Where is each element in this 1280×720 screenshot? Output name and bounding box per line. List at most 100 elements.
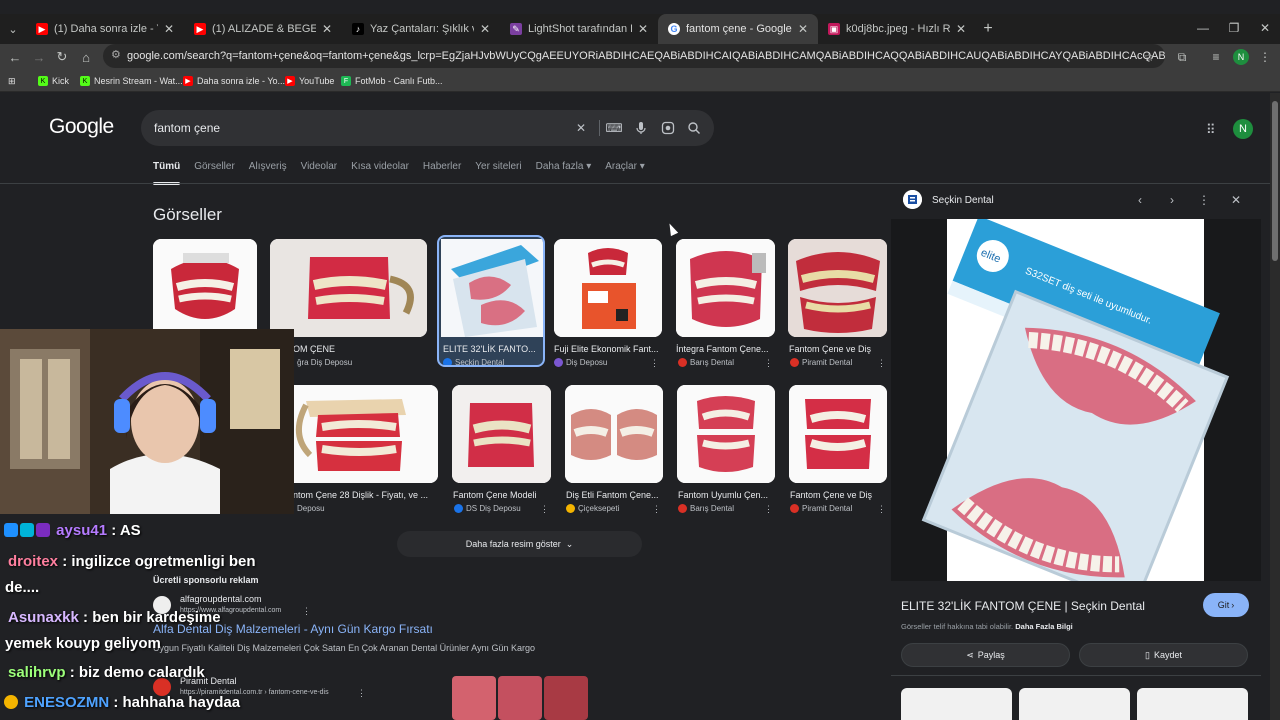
- minimize-button[interactable]: —: [1188, 14, 1218, 42]
- window-close-button[interactable]: ✕: [1250, 14, 1280, 42]
- tab-tiktok[interactable]: ♪ Yaz Çantaları: Şıklık ve Kullanışlı...…: [342, 14, 500, 44]
- camera-lens-icon[interactable]: [659, 119, 677, 137]
- image-title[interactable]: Diş Etli Fantom Çene...: [566, 490, 664, 500]
- more-options-icon[interactable]: ⋮: [877, 504, 886, 515]
- more-options-icon[interactable]: ⋮: [540, 504, 549, 515]
- search-icon[interactable]: [685, 119, 703, 137]
- close-icon[interactable]: ✕: [480, 22, 490, 36]
- more-options-icon[interactable]: ⋮: [302, 606, 311, 617]
- nav-all[interactable]: Tümü: [153, 161, 181, 185]
- bookmark-star-icon[interactable]: ☆: [1138, 46, 1160, 68]
- image-title[interactable]: Fuji Elite Ekonomik Fant...: [554, 344, 662, 354]
- new-tab-button[interactable]: +: [976, 14, 1000, 44]
- maximize-button[interactable]: ❐: [1219, 14, 1249, 42]
- chevron-left-icon[interactable]: ‹: [1131, 191, 1149, 209]
- more-options-icon[interactable]: ⋮: [877, 358, 886, 369]
- image-title[interactable]: İntegra Fantom Çene...: [676, 344, 775, 354]
- image-result-thumb[interactable]: [788, 239, 887, 337]
- home-button[interactable]: ⌂: [74, 44, 98, 70]
- image-result-thumb[interactable]: [677, 385, 775, 483]
- bookmark-youtube[interactable]: ▶ YouTube: [285, 73, 334, 89]
- save-button[interactable]: ▯ Kaydet: [1079, 643, 1248, 667]
- preview-image[interactable]: elite S32SET diş seti ile uyumludur.: [891, 215, 1261, 608]
- address-bar[interactable]: ⚙ google.com/search?q=fantom+çene&oq=fan…: [103, 44, 1165, 68]
- share-button[interactable]: ⋖ Paylaş: [901, 643, 1070, 667]
- extensions-icon[interactable]: ⧉: [1171, 46, 1193, 68]
- close-icon[interactable]: ✕: [322, 22, 332, 36]
- chevron-right-icon[interactable]: ›: [1163, 191, 1181, 209]
- google-apps-icon[interactable]: ⠿: [1206, 122, 1216, 138]
- close-icon[interactable]: ✕: [798, 22, 808, 36]
- image-result-thumb[interactable]: [554, 239, 662, 337]
- more-options-icon[interactable]: ⋮: [1195, 191, 1213, 209]
- image-title[interactable]: Fantom Çene Modeli: [453, 490, 537, 500]
- profile-avatar[interactable]: N: [1233, 49, 1249, 65]
- image-result-thumb-selected[interactable]: ELITE 32'LİK FANTO... Seçkin Dental: [437, 235, 545, 367]
- related-image-thumb[interactable]: [1137, 688, 1248, 720]
- close-icon[interactable]: ✕: [1227, 191, 1245, 209]
- tab-youtube-alizade[interactable]: ▶ (1) ALIZADE & BEGE - 24/7 (Of... ✕: [184, 14, 342, 44]
- image-result-thumb[interactable]: [789, 385, 887, 483]
- scrollbar-thumb[interactable]: [1272, 101, 1278, 261]
- tab-quick-image[interactable]: ▣ k0dj8bc.jpeg - Hızlı Resim ✕: [818, 14, 976, 44]
- tab-youtube-watch-later[interactable]: ▶ (1) Daha sonra izle - YouTube ✕: [26, 14, 184, 44]
- visit-button[interactable]: Git ›: [1203, 593, 1249, 617]
- more-options-icon[interactable]: ⋮: [764, 504, 773, 515]
- forward-button[interactable]: →: [27, 44, 51, 70]
- image-title[interactable]: ntom Çene 28 Dişlik - Fiyatı, ve ...: [293, 490, 428, 500]
- back-button[interactable]: ←: [3, 44, 27, 70]
- ad-image[interactable]: [544, 676, 588, 720]
- nav-news[interactable]: Haberler: [423, 161, 461, 183]
- image-title[interactable]: Fantom Çene ve Diş: [790, 490, 872, 500]
- tab-google-search[interactable]: G fantom çene - Google'da Ara ✕: [658, 14, 818, 44]
- tab-lightshot[interactable]: ✎ LightShot tarafından Ekran Görü... ✕: [500, 14, 658, 44]
- ad-image[interactable]: [498, 676, 542, 720]
- account-avatar[interactable]: N: [1233, 119, 1253, 139]
- bookmark-kick[interactable]: K Kick: [38, 73, 69, 89]
- image-result-thumb[interactable]: [452, 385, 551, 483]
- google-logo[interactable]: Google: [49, 115, 114, 139]
- apps-grid-icon[interactable]: ⊞: [8, 73, 16, 89]
- bookmark-watch-later[interactable]: ▶ Daha sonra izle - Yo...: [183, 73, 285, 89]
- keyboard-icon[interactable]: ⌨: [605, 119, 623, 137]
- nav-web[interactable]: Yer siteleri: [475, 161, 521, 183]
- close-icon[interactable]: ✕: [956, 22, 966, 36]
- panel-title[interactable]: ELITE 32'LİK FANTOM ÇENE | Seçkin Dental: [901, 599, 1145, 613]
- more-options-icon[interactable]: ⋮: [650, 358, 659, 369]
- tab-search-button[interactable]: ⌄: [0, 14, 26, 44]
- microphone-icon[interactable]: [632, 119, 650, 137]
- menu-dots-icon[interactable]: ⋮: [1254, 46, 1276, 68]
- panel-source-name[interactable]: Seçkin Dental: [932, 195, 994, 206]
- bookmark-fotmob[interactable]: F FotMob - Canlı Futb...: [341, 73, 443, 89]
- nav-short-videos[interactable]: Kısa videolar: [351, 161, 409, 183]
- image-result-thumb[interactable]: [153, 239, 257, 337]
- close-icon[interactable]: ✕: [638, 22, 648, 36]
- image-result-thumb[interactable]: [565, 385, 663, 483]
- ad-image[interactable]: [452, 676, 496, 720]
- clear-icon[interactable]: ✕: [572, 119, 590, 137]
- more-options-icon[interactable]: ⋮: [764, 358, 773, 369]
- bookmark-nesrin-stream[interactable]: K Nesrin Stream - Wat...: [80, 73, 183, 89]
- image-title[interactable]: Fantom Uyumlu Çen...: [678, 490, 776, 500]
- page-scrollbar[interactable]: [1270, 93, 1280, 720]
- close-icon[interactable]: ✕: [164, 22, 174, 36]
- image-result-thumb[interactable]: [270, 385, 438, 483]
- image-result-thumb[interactable]: [676, 239, 775, 337]
- nav-tools[interactable]: Araçlar ▾: [605, 161, 645, 183]
- more-options-icon[interactable]: ⋮: [652, 504, 661, 515]
- show-more-images-button[interactable]: Daha fazla resim göster ⌄: [397, 531, 642, 557]
- nav-videos[interactable]: Videolar: [301, 161, 338, 183]
- search-input[interactable]: fantom çene ✕ ⌨: [141, 110, 714, 146]
- image-title[interactable]: OM ÇENE: [293, 344, 335, 354]
- nav-shopping[interactable]: Alışveriş: [249, 161, 287, 183]
- image-result-thumb[interactable]: [270, 239, 427, 337]
- site-info-icon[interactable]: ⚙: [111, 48, 121, 61]
- related-image-thumb[interactable]: [1019, 688, 1130, 720]
- media-control-icon[interactable]: ≡: [1205, 46, 1227, 68]
- reload-button[interactable]: ↻: [50, 44, 74, 70]
- nav-images[interactable]: Görseller: [194, 161, 235, 183]
- more-options-icon[interactable]: ⋮: [357, 688, 366, 699]
- image-title[interactable]: Fantom Çene ve Diş: [789, 344, 871, 354]
- learn-more-link[interactable]: Daha Fazla Bilgi: [1015, 622, 1073, 631]
- nav-more[interactable]: Daha fazla ▾: [536, 161, 592, 183]
